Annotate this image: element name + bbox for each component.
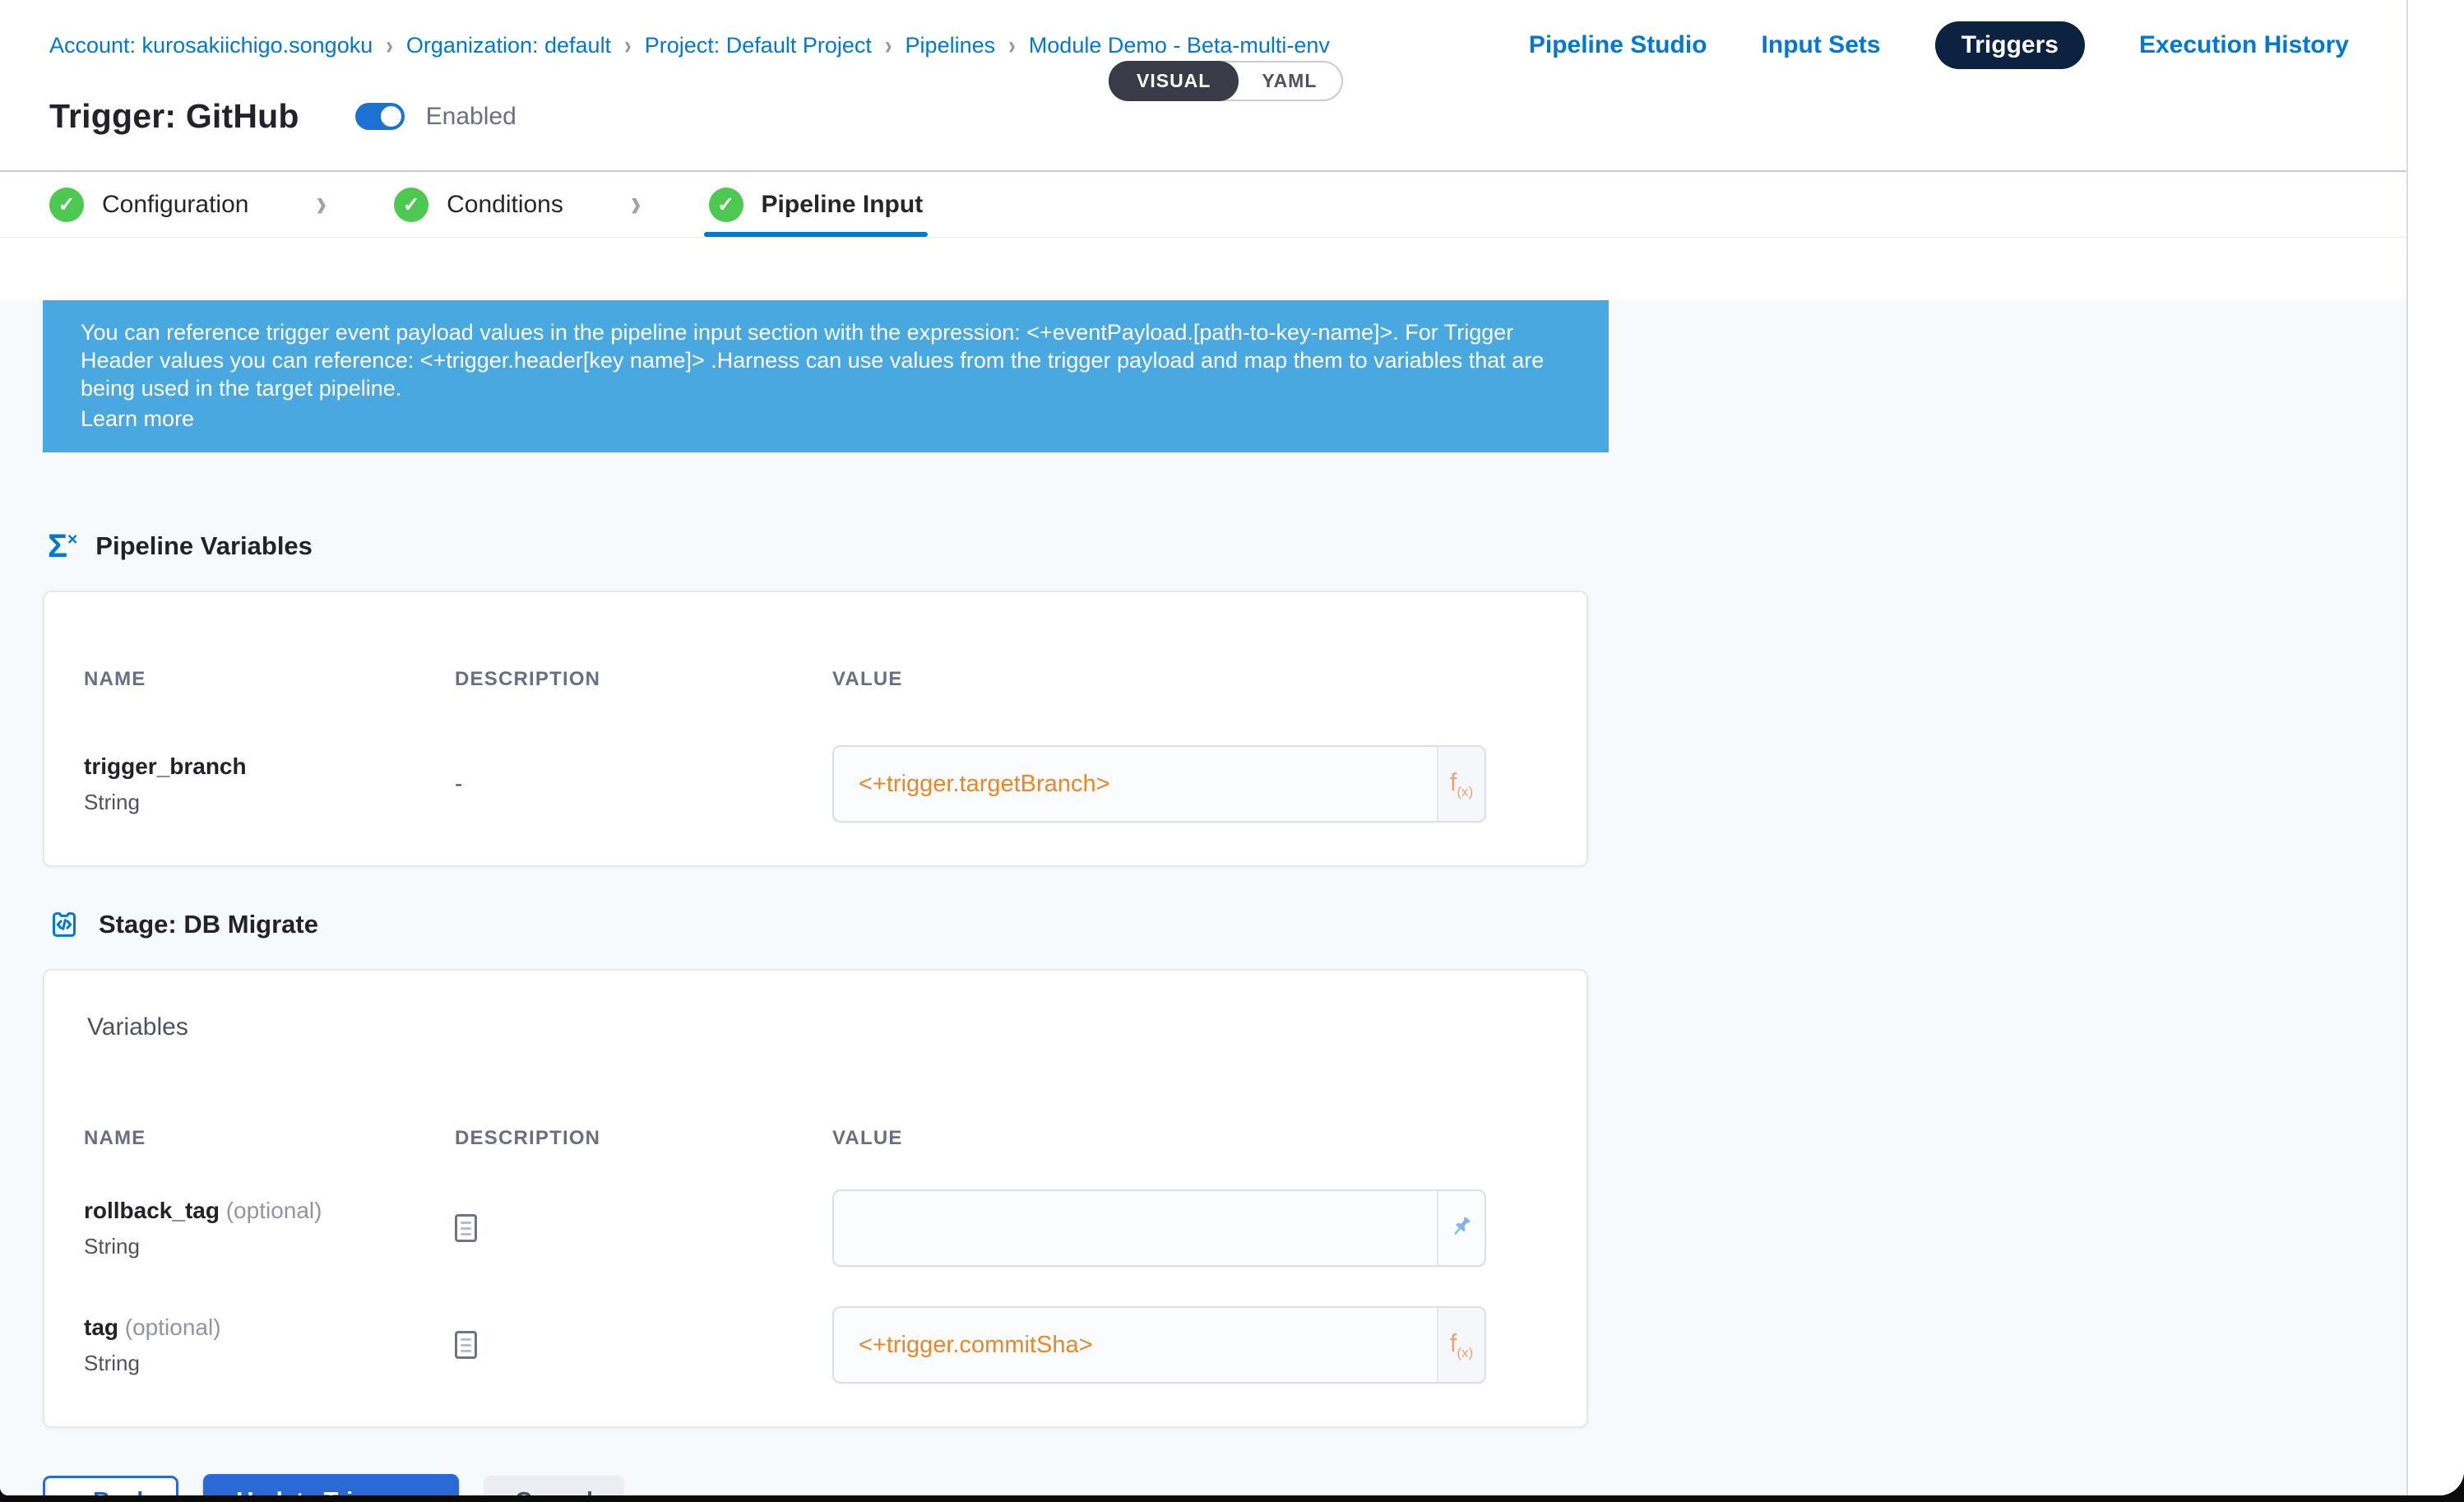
variable-type: String — [84, 1351, 455, 1376]
enabled-label: Enabled — [426, 103, 516, 131]
nav-triggers-active[interactable]: Triggers — [1935, 21, 2085, 69]
chevron-right-icon: › — [316, 183, 327, 227]
nav-pipeline-studio[interactable]: Pipeline Studio — [1529, 31, 1707, 59]
variable-description: - — [455, 771, 462, 796]
value-input-wrapper: f(x) — [832, 1306, 1486, 1384]
chevron-right-icon: › — [631, 183, 641, 227]
tab-label: Configuration — [102, 191, 248, 219]
tab-label: Conditions — [447, 191, 563, 219]
breadcrumb-pipeline-name[interactable]: Module Demo - Beta-multi-env — [1029, 33, 1330, 58]
rollback-tag-value-input[interactable] — [834, 1191, 1437, 1265]
page-title: Trigger: GitHub — [49, 97, 299, 136]
description-icon — [455, 1331, 477, 1359]
pipeline-variables-icon: Σ× — [48, 530, 77, 563]
column-header-name: NAME — [81, 1127, 455, 1150]
nav-input-sets[interactable]: Input Sets — [1762, 31, 1881, 59]
tab-pipeline-input[interactable]: ✓ Pipeline Input — [709, 172, 924, 237]
expression-fx-button[interactable]: f(x) — [1437, 747, 1484, 821]
section-title-pipeline-variables: Pipeline Variables — [95, 531, 313, 561]
stage-icon — [48, 908, 81, 941]
optional-label: (optional) — [226, 1198, 322, 1223]
visual-yaml-toggle: VISUAL YAML — [1109, 61, 1343, 101]
yaml-tab[interactable]: YAML — [1237, 63, 1341, 100]
check-circle-icon: ✓ — [709, 188, 743, 222]
chevron-right-icon: › — [418, 1487, 426, 1495]
app-window: Account: kurosakiichigo.songoku › Organi… — [0, 0, 2464, 1495]
fx-icon: f(x) — [1450, 769, 1473, 799]
column-header-description: DESCRIPTION — [455, 668, 832, 691]
description-icon — [455, 1214, 477, 1242]
variable-type: String — [84, 1234, 455, 1259]
check-circle-icon: ✓ — [49, 188, 84, 222]
update-trigger-button[interactable]: Update Trigger › — [203, 1474, 459, 1495]
variable-name: tag (optional) — [84, 1314, 455, 1341]
active-tab-underline — [704, 232, 929, 237]
tab-conditions[interactable]: ✓ Conditions — [394, 172, 563, 237]
visual-tab[interactable]: VISUAL — [1109, 61, 1239, 101]
nav-execution-history[interactable]: Execution History — [2139, 31, 2349, 59]
chevron-right-icon: › — [386, 30, 393, 60]
tab-configuration[interactable]: ✓ Configuration — [49, 172, 248, 237]
value-input-wrapper: f(x) — [832, 745, 1486, 823]
wizard-footer: ‹ Back Update Trigger › Cancel — [43, 1474, 2464, 1495]
column-header-value: VALUE — [832, 1127, 1554, 1150]
check-circle-icon: ✓ — [394, 188, 428, 222]
scrollbar-gutter — [2406, 0, 2464, 1495]
variable-name: rollback_tag (optional) — [84, 1198, 455, 1224]
chevron-right-icon: › — [1008, 30, 1016, 60]
pipeline-input-panel: You can reference trigger event payload … — [0, 300, 2464, 1495]
tag-value-input[interactable] — [834, 1308, 1437, 1382]
column-header-value: VALUE — [832, 668, 1554, 691]
wizard-tabbar: ✓ Configuration › ✓ Conditions › ✓ Pipel… — [0, 170, 2464, 238]
learn-more-link[interactable]: Learn more — [81, 405, 1571, 433]
section-title-stage: Stage: DB Migrate — [99, 910, 318, 939]
stage-variables-card: Variables NAME DESCRIPTION VALUE rollbac… — [43, 969, 1588, 1428]
chevron-left-icon: ‹ — [72, 1487, 80, 1495]
pin-input-type-button[interactable] — [1437, 1191, 1484, 1265]
pipeline-variables-card: NAME DESCRIPTION VALUE trigger_branch St… — [43, 591, 1588, 867]
breadcrumb-pipelines[interactable]: Pipelines — [905, 33, 996, 58]
chevron-right-icon: › — [885, 30, 892, 60]
card-title-variables: Variables — [87, 1013, 1554, 1041]
optional-label: (optional) — [125, 1314, 221, 1340]
variable-type: String — [84, 790, 455, 815]
trigger-branch-value-input[interactable] — [834, 747, 1437, 821]
variable-name: trigger_branch — [84, 753, 455, 780]
breadcrumb-organization[interactable]: Organization: default — [406, 33, 611, 58]
value-input-wrapper — [832, 1189, 1486, 1267]
toggle-knob — [378, 104, 404, 129]
back-button[interactable]: ‹ Back — [43, 1476, 178, 1495]
info-banner: You can reference trigger event payload … — [43, 300, 1609, 452]
breadcrumb-account[interactable]: Account: kurosakiichigo.songoku — [49, 33, 373, 58]
info-banner-text: You can reference trigger event payload … — [81, 318, 1571, 402]
table-row: rollback_tag (optional) String — [81, 1189, 1554, 1267]
table-row: trigger_branch String - f(x) — [81, 745, 1554, 823]
breadcrumb-project[interactable]: Project: Default Project — [645, 33, 872, 58]
cancel-button[interactable]: Cancel — [484, 1476, 624, 1495]
fx-icon: f(x) — [1450, 1330, 1473, 1360]
expression-fx-button[interactable]: f(x) — [1437, 1308, 1484, 1382]
tab-label: Pipeline Input — [762, 191, 924, 219]
pipeline-top-nav: Pipeline Studio Input Sets Triggers Exec… — [1529, 21, 2349, 69]
column-header-name: NAME — [81, 668, 455, 691]
column-header-description: DESCRIPTION — [455, 1127, 832, 1150]
table-row: tag (optional) String f(x) — [81, 1306, 1554, 1384]
chevron-right-icon: › — [624, 30, 632, 60]
pin-icon — [1447, 1212, 1475, 1245]
enabled-toggle[interactable] — [355, 103, 405, 130]
breadcrumb: Account: kurosakiichigo.songoku › Organi… — [49, 33, 1330, 58]
